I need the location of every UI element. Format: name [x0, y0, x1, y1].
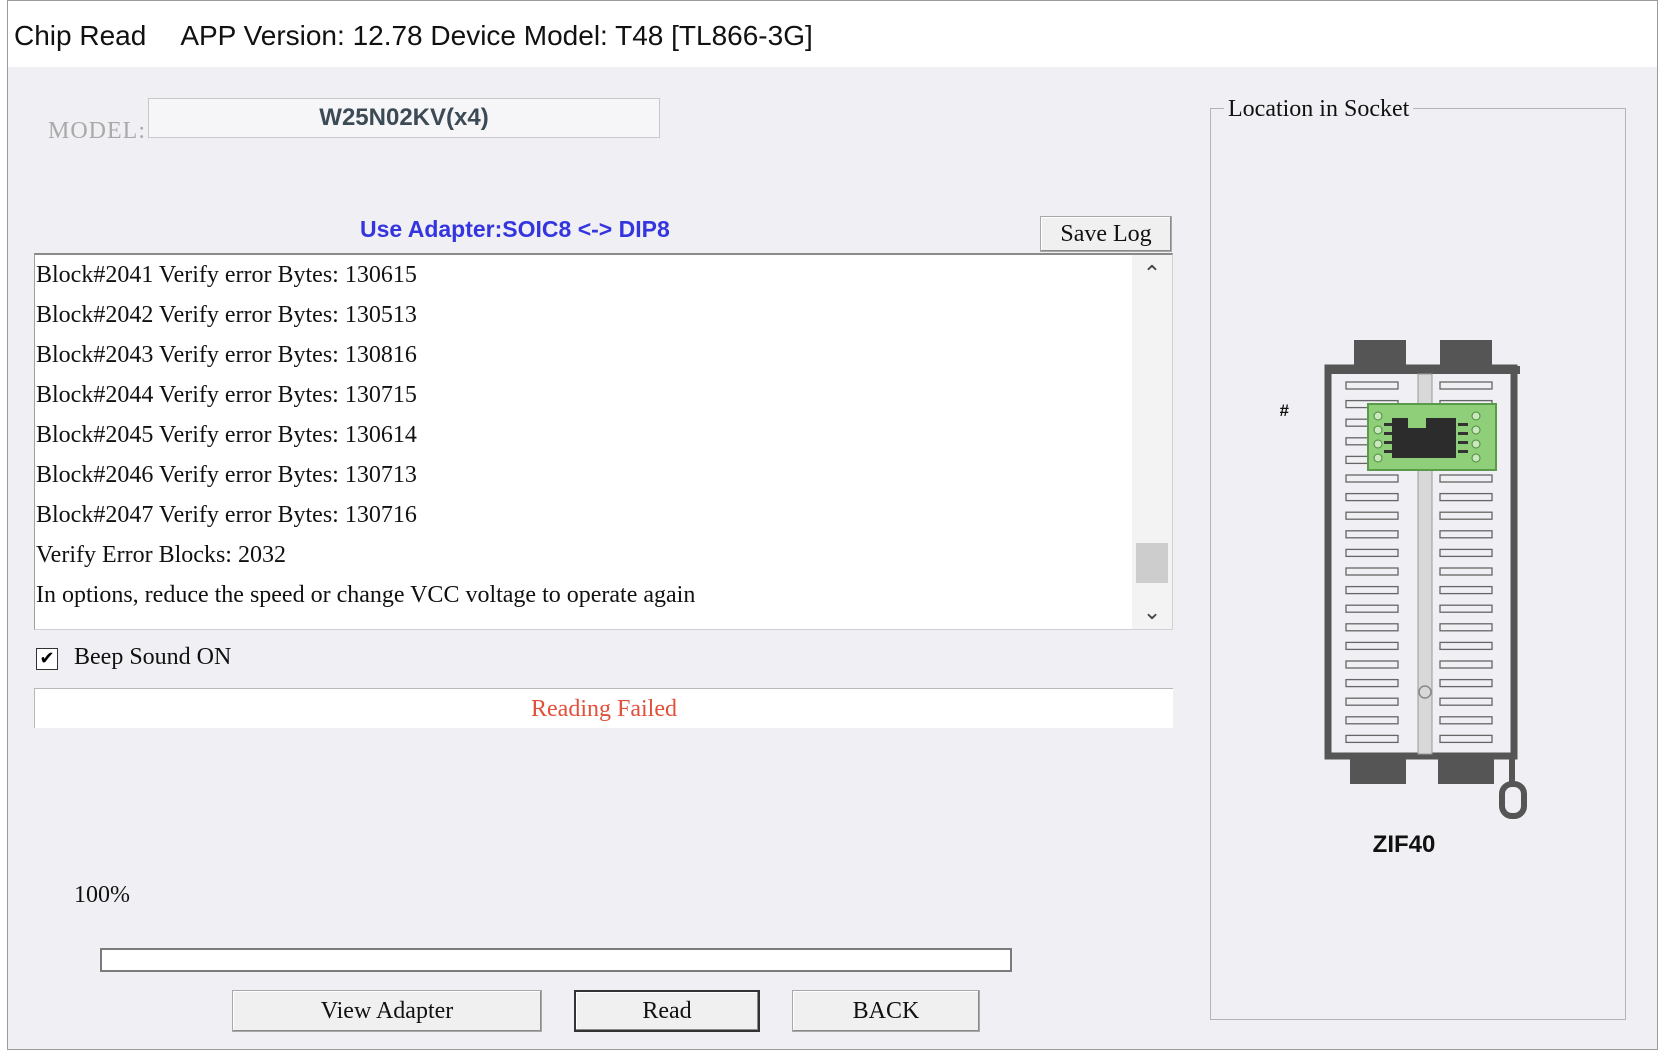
socket-pin-slot	[1439, 604, 1493, 613]
socket-pin-slot	[1345, 697, 1399, 706]
socket-group-title: Location in Socket	[1224, 96, 1414, 123]
socket-pin-slot	[1439, 530, 1493, 539]
adapter-pin	[1471, 411, 1481, 421]
adapter-pin	[1471, 425, 1481, 435]
socket-pin-slot	[1345, 604, 1399, 613]
log-line: In options, reduce the speed or change V…	[36, 582, 696, 608]
socket-pin-slot	[1439, 734, 1493, 744]
view-adapter-button[interactable]: View Adapter	[232, 990, 542, 1032]
socket-pin-slot	[1345, 716, 1399, 725]
socket-pin-slot	[1439, 567, 1493, 576]
socket-pin-slot	[1439, 585, 1493, 595]
model-label: MODEL:	[48, 118, 146, 144]
chevron-down-icon[interactable]: ⌃	[1132, 591, 1172, 627]
socket-pin-slot	[1345, 660, 1399, 669]
socket-pin-slot	[1345, 530, 1399, 539]
status-message: Reading Failed	[34, 688, 1173, 728]
log-line: Block#2044 Verify error Bytes: 130715	[36, 382, 417, 408]
chip-lead	[1458, 423, 1468, 426]
chip-lead	[1458, 450, 1468, 453]
log-line: Block#2046 Verify error Bytes: 130713	[36, 462, 417, 488]
log-line: Block#2043 Verify error Bytes: 130816	[36, 342, 417, 368]
adapter-pin	[1373, 425, 1383, 435]
socket-pin-slot	[1345, 492, 1399, 502]
log-line: Block#2047 Verify error Bytes: 130716	[36, 502, 417, 528]
pin1-label: 1#	[1280, 401, 1289, 420]
log-line: Block#2042 Verify error Bytes: 130513	[36, 302, 417, 328]
socket-pin-slot	[1439, 548, 1493, 558]
title-bar: Chip Read APP Version: 12.78 Device Model…	[8, 1, 1657, 67]
socket-pin-slot	[1345, 381, 1399, 390]
zif-socket-diagram: 1# ZIF40	[1280, 340, 1527, 858]
socket-pin-slot	[1439, 716, 1493, 725]
progress-percent: 100%	[74, 882, 130, 908]
chip-lead	[1458, 441, 1468, 444]
socket-pin-slot	[1439, 660, 1493, 669]
socket-pin-slot	[1439, 474, 1493, 483]
progress-fill	[102, 950, 1010, 970]
adapter-notice: Use Adapter:SOIC8 <-> DIP8	[360, 216, 670, 242]
log-line: Block#2041 Verify error Bytes: 130615	[36, 262, 417, 288]
app-version-info: APP Version: 12.78 Device Model: T48 [TL…	[180, 20, 813, 51]
socket-pin-slot	[1439, 511, 1493, 520]
log-line: Block#2045 Verify error Bytes: 130614	[36, 422, 417, 448]
chip-lead	[1458, 432, 1468, 435]
socket-bottom-tab	[1350, 756, 1406, 784]
socket-name: ZIF40	[1373, 831, 1436, 858]
read-button[interactable]: Read	[574, 990, 760, 1032]
socket-lever-handle	[1499, 781, 1527, 819]
socket-pin-slot	[1345, 678, 1399, 688]
log-list[interactable]: Block#2041 Verify error Bytes: 130615 Bl…	[34, 253, 1173, 630]
socket-bottom-tab	[1438, 756, 1494, 784]
socket-pin-slot	[1439, 678, 1493, 688]
socket-pin-slot	[1439, 697, 1493, 706]
socket-pin-slot	[1345, 474, 1399, 483]
socket-pin-slot	[1345, 623, 1399, 632]
socket-pin-slot	[1439, 641, 1493, 651]
adapter-pin	[1373, 411, 1383, 421]
save-log-button[interactable]: Save Log	[1040, 216, 1172, 252]
socket-pin-slot	[1345, 548, 1399, 558]
window-title: Chip Read	[14, 20, 147, 51]
socket-pin-slot	[1439, 623, 1493, 632]
socket-pin-slot	[1345, 511, 1399, 520]
adapter-pin	[1373, 453, 1383, 463]
socket-pin-slot	[1439, 492, 1493, 502]
adapter-pin	[1471, 453, 1481, 463]
socket-pin-slot	[1345, 567, 1399, 576]
progress-bar	[100, 948, 1012, 972]
beep-checkbox[interactable]: ✔	[36, 648, 58, 670]
beep-label: Beep Sound ON	[74, 644, 232, 670]
model-field: W25N02KV(x4)	[148, 98, 660, 138]
back-button[interactable]: BACK	[792, 990, 980, 1032]
scroll-thumb[interactable]	[1136, 543, 1168, 583]
log-line: Verify Error Blocks: 2032	[36, 542, 286, 568]
log-scrollbar[interactable]: ⌃ ⌃	[1132, 255, 1172, 629]
socket-pin-slot	[1345, 734, 1399, 744]
adapter-pin	[1471, 439, 1481, 449]
chevron-up-icon[interactable]: ⌃	[1132, 257, 1172, 293]
socket-pin-slot	[1345, 641, 1399, 651]
socket-pin-slot	[1439, 381, 1493, 390]
socket-top-tab	[1440, 340, 1492, 368]
adapter-pin	[1373, 439, 1383, 449]
socket-pin-slot	[1345, 585, 1399, 595]
socket-top-tab	[1354, 340, 1406, 368]
